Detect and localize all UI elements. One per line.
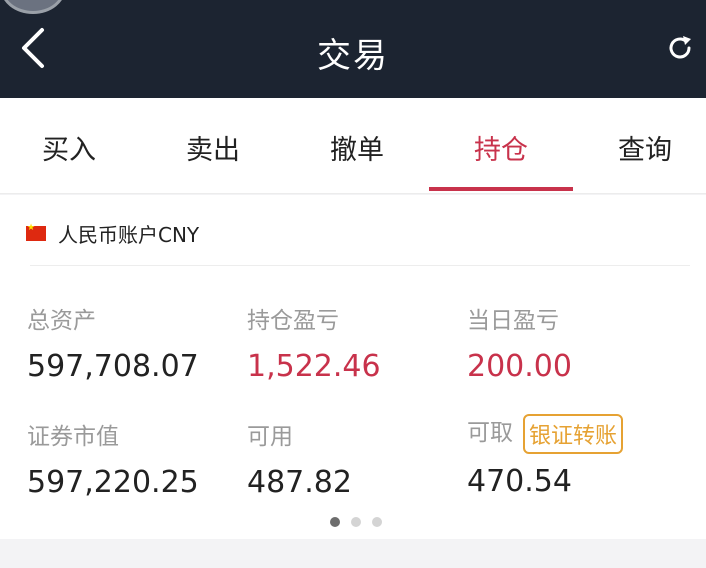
metric-label: 当日盈亏	[467, 308, 559, 334]
metric-value: 597,708.07	[27, 349, 199, 384]
metric-value: 487.82	[247, 465, 352, 500]
metric-value: 1,522.46	[247, 349, 381, 384]
page-title: 交易	[317, 36, 389, 76]
metric-label: 可用	[247, 424, 293, 450]
page-dot	[372, 517, 382, 527]
metric-label-row: 可取 银证转账	[467, 413, 624, 454]
account-label: 人民币账户CNY	[58, 222, 200, 247]
tab-positions[interactable]: 持仓	[429, 128, 573, 167]
trade-tab-bar: 买入 卖出 撤单 持仓 查询	[0, 98, 706, 194]
metric-label: 总资产	[27, 308, 96, 334]
active-tab-indicator	[429, 187, 573, 191]
metric-value: 597,220.25	[27, 465, 199, 500]
metric-value: 200.00	[467, 349, 572, 384]
bank-transfer-button[interactable]: 银证转账	[523, 413, 624, 454]
metric-label: 持仓盈亏	[247, 308, 339, 334]
account-header: 人民币账户CNY	[26, 219, 199, 247]
divider	[30, 265, 690, 266]
metric-withdrawable: 可取 银证转账 470.54	[467, 413, 624, 499]
tab-buy[interactable]: 买入	[0, 128, 141, 167]
refresh-icon[interactable]	[664, 32, 696, 64]
metric-daily-pnl: 当日盈亏 200.00	[467, 301, 572, 384]
page-indicator[interactable]	[330, 517, 382, 527]
china-flag-icon	[26, 223, 46, 241]
account-summary-card[interactable]: 人民币账户CNY 总资产 597,708.07 持仓盈亏 1,522.46 当日…	[0, 195, 706, 539]
metric-position-pnl: 持仓盈亏 1,522.46	[247, 301, 381, 384]
metric-label: 可取	[467, 420, 513, 446]
metric-total-assets: 总资产 597,708.07	[27, 301, 199, 384]
tab-sell[interactable]: 卖出	[141, 128, 285, 167]
tab-cancel-order[interactable]: 撤单	[285, 128, 429, 167]
metric-market-value: 证券市值 597,220.25	[27, 417, 199, 500]
avatar[interactable]	[0, 0, 66, 14]
page-dot-active	[330, 517, 340, 527]
top-nav-bar: 交易	[0, 0, 706, 98]
metric-value: 470.54	[467, 463, 572, 499]
tab-query[interactable]: 查询	[573, 128, 706, 167]
metric-label: 证券市值	[27, 424, 119, 450]
metric-available: 可用 487.82	[247, 417, 352, 500]
page-dot	[351, 517, 361, 527]
